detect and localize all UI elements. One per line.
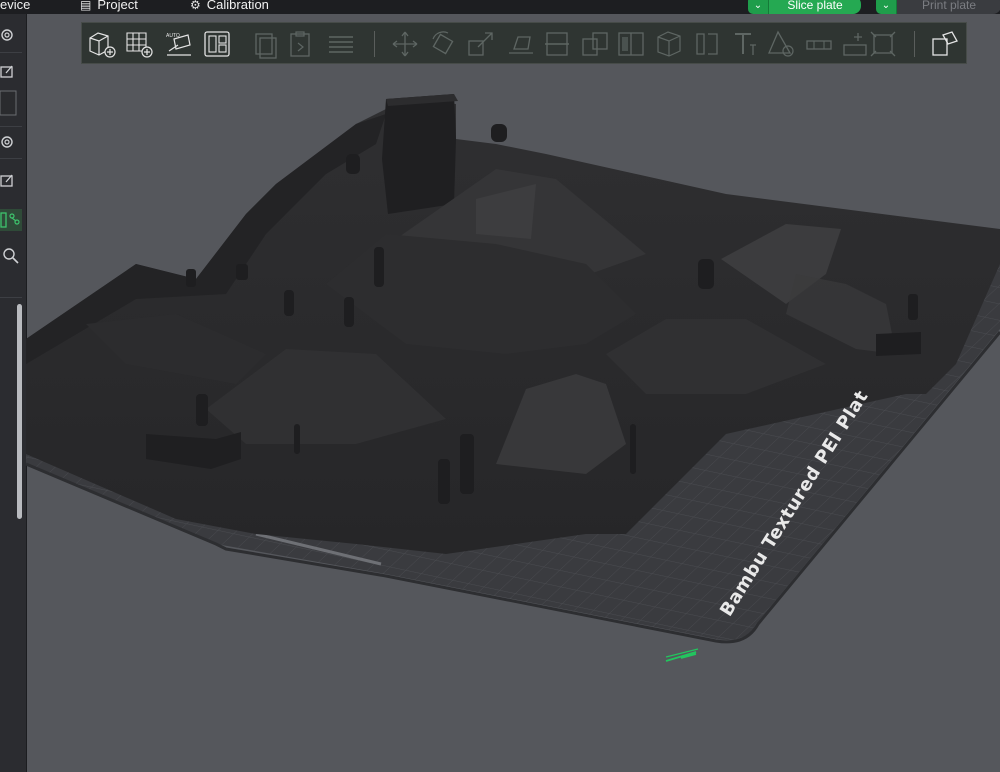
gear-icon: ⚙ bbox=[190, 0, 201, 12]
main-toolbar: AUTO bbox=[81, 22, 967, 64]
add-object-icon[interactable] bbox=[87, 29, 117, 59]
sidebar-divider bbox=[0, 52, 22, 53]
search-icon[interactable] bbox=[0, 245, 22, 267]
3d-viewport[interactable]: Bambu Textured PEI Plat bbox=[26, 64, 1000, 772]
support-paint-icon[interactable] bbox=[654, 29, 684, 59]
sidebar-divider bbox=[0, 297, 22, 298]
slice-plate-button[interactable]: Slice plate bbox=[769, 0, 861, 14]
slice-plate-group: ⌄ Slice plate bbox=[748, 0, 861, 14]
tab-device-label: evice bbox=[0, 0, 31, 12]
left-sidebar bbox=[0, 14, 27, 772]
measure-icon[interactable] bbox=[766, 29, 796, 59]
tab-calibration-label: Calibration bbox=[206, 0, 269, 12]
project-icon: ▤ bbox=[80, 0, 92, 12]
seam-paint-icon[interactable] bbox=[692, 29, 722, 59]
objects-icon[interactable] bbox=[0, 209, 22, 231]
rotate-icon[interactable] bbox=[428, 29, 458, 59]
assemble-icon[interactable] bbox=[930, 29, 960, 59]
slice-dropdown-chevron-icon[interactable]: ⌄ bbox=[748, 0, 769, 14]
print-plate-group: ⌄ Print plate bbox=[876, 0, 1000, 14]
scale-icon[interactable] bbox=[466, 29, 496, 59]
fit-icon[interactable] bbox=[868, 29, 898, 59]
print-dropdown-chevron-icon[interactable]: ⌄ bbox=[876, 0, 897, 14]
move-icon[interactable] bbox=[390, 29, 420, 59]
layout-plates-icon[interactable] bbox=[202, 29, 232, 59]
edit-icon[interactable] bbox=[0, 170, 22, 192]
tab-project[interactable]: ▤ Project bbox=[80, 0, 138, 13]
copy-icon[interactable] bbox=[250, 29, 280, 59]
tab-project-label: Project bbox=[97, 0, 138, 12]
color-swatch[interactable] bbox=[0, 90, 22, 116]
settings-icon[interactable] bbox=[0, 24, 22, 46]
settings-icon[interactable] bbox=[0, 131, 22, 153]
edit-icon[interactable] bbox=[0, 61, 22, 83]
lay-on-face-icon[interactable] bbox=[506, 29, 536, 59]
sidebar-scrollbar[interactable] bbox=[17, 304, 22, 519]
toolbar-divider bbox=[374, 31, 375, 57]
add-plate-icon[interactable] bbox=[124, 29, 154, 59]
auto-arrange-icon[interactable]: AUTO bbox=[164, 29, 194, 59]
sidebar-divider bbox=[0, 126, 22, 127]
paste-icon[interactable] bbox=[286, 29, 316, 59]
print-plate-button[interactable]: Print plate bbox=[897, 0, 1000, 14]
split-icon[interactable] bbox=[580, 29, 610, 59]
axis-indicator bbox=[665, 648, 699, 662]
mesh-boolean-icon[interactable] bbox=[616, 29, 646, 59]
brim-ear-icon[interactable] bbox=[840, 29, 870, 59]
layers-icon[interactable] bbox=[326, 29, 356, 59]
sidebar-divider bbox=[0, 158, 22, 159]
text-icon[interactable] bbox=[730, 29, 760, 59]
cut-icon[interactable] bbox=[542, 29, 572, 59]
top-bar: evice ▤ Project ⚙ Calibration ⌄ Slice pl… bbox=[0, 0, 1000, 14]
toolbar-divider bbox=[914, 31, 915, 57]
tab-device[interactable]: evice bbox=[0, 0, 30, 13]
assembly-icon[interactable] bbox=[804, 29, 834, 59]
tab-calibration[interactable]: ⚙ Calibration bbox=[190, 0, 269, 13]
